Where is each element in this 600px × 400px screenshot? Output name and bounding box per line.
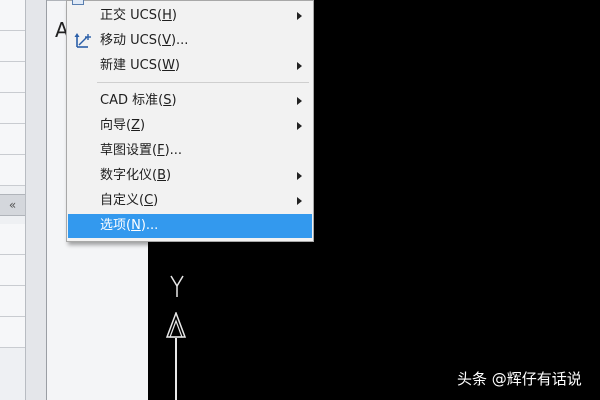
left-palette-row[interactable]: [0, 286, 25, 317]
collapse-chevron-up-icon[interactable]: «: [0, 194, 25, 216]
menu-item-move-ucs[interactable]: 移动 UCS(V)...: [68, 29, 312, 53]
left-palette-row[interactable]: [0, 62, 25, 93]
menu-item-label: 自定义(C): [100, 193, 159, 208]
submenu-arrow-icon: [297, 122, 302, 130]
tools-dropdown-menu: 正交 UCS(H) 移动 UCS(V)... 新建 UCS(W) CAD 标准(…: [66, 0, 314, 242]
menu-item-label: 向导(Z): [100, 118, 146, 133]
menu-item-label: 移动 UCS(V)...: [100, 33, 189, 48]
left-palette-row[interactable]: [0, 255, 25, 286]
left-palette-row[interactable]: [0, 0, 25, 31]
menu-item-cad-standards[interactable]: CAD 标准(S): [68, 89, 312, 113]
menu-item-orthographic-ucs[interactable]: 正交 UCS(H): [68, 4, 312, 28]
menu-item-label: 草图设置(F)...: [100, 143, 183, 158]
menu-separator: [97, 82, 309, 83]
menu-item-label: CAD 标准(S): [100, 93, 177, 108]
menu-item-label: 新建 UCS(W): [100, 58, 180, 73]
menu-item-label: 数字化仪(B): [100, 168, 172, 183]
left-palette-row[interactable]: [0, 31, 25, 62]
panel-gap: [26, 0, 46, 400]
ucs-y-axis-line: [175, 338, 177, 400]
move-ucs-icon: [74, 33, 91, 48]
menu-item-tablet[interactable]: 数字化仪(B): [68, 164, 312, 188]
left-palette-panel: «: [0, 0, 26, 400]
submenu-arrow-icon: [297, 12, 302, 20]
left-palette-row[interactable]: [0, 317, 25, 348]
submenu-arrow-icon: [297, 197, 302, 205]
menu-item-drafting-settings[interactable]: 草图设置(F)...: [68, 139, 312, 163]
menu-item-options[interactable]: 选项(N)...: [68, 214, 312, 238]
menu-item-wizards[interactable]: 向导(Z): [68, 114, 312, 138]
menu-item-label: 选项(N)...: [100, 218, 159, 233]
ucs-arrow-icon: [165, 312, 187, 338]
menu-item-customize[interactable]: 自定义(C): [68, 189, 312, 213]
submenu-arrow-icon: [297, 172, 302, 180]
submenu-arrow-icon: [297, 97, 302, 105]
left-palette-row[interactable]: [0, 93, 25, 124]
menu-item-new-ucs[interactable]: 新建 UCS(W): [68, 54, 312, 78]
submenu-arrow-icon: [297, 62, 302, 70]
left-palette-row[interactable]: [0, 155, 25, 186]
left-palette-row[interactable]: [0, 224, 25, 255]
menu-item-label: 正交 UCS(H): [100, 8, 177, 23]
ucs-y-axis-icon: [170, 275, 184, 297]
left-palette-row[interactable]: [0, 124, 25, 155]
watermark-text: 头条 @辉仔有话说: [457, 370, 582, 388]
